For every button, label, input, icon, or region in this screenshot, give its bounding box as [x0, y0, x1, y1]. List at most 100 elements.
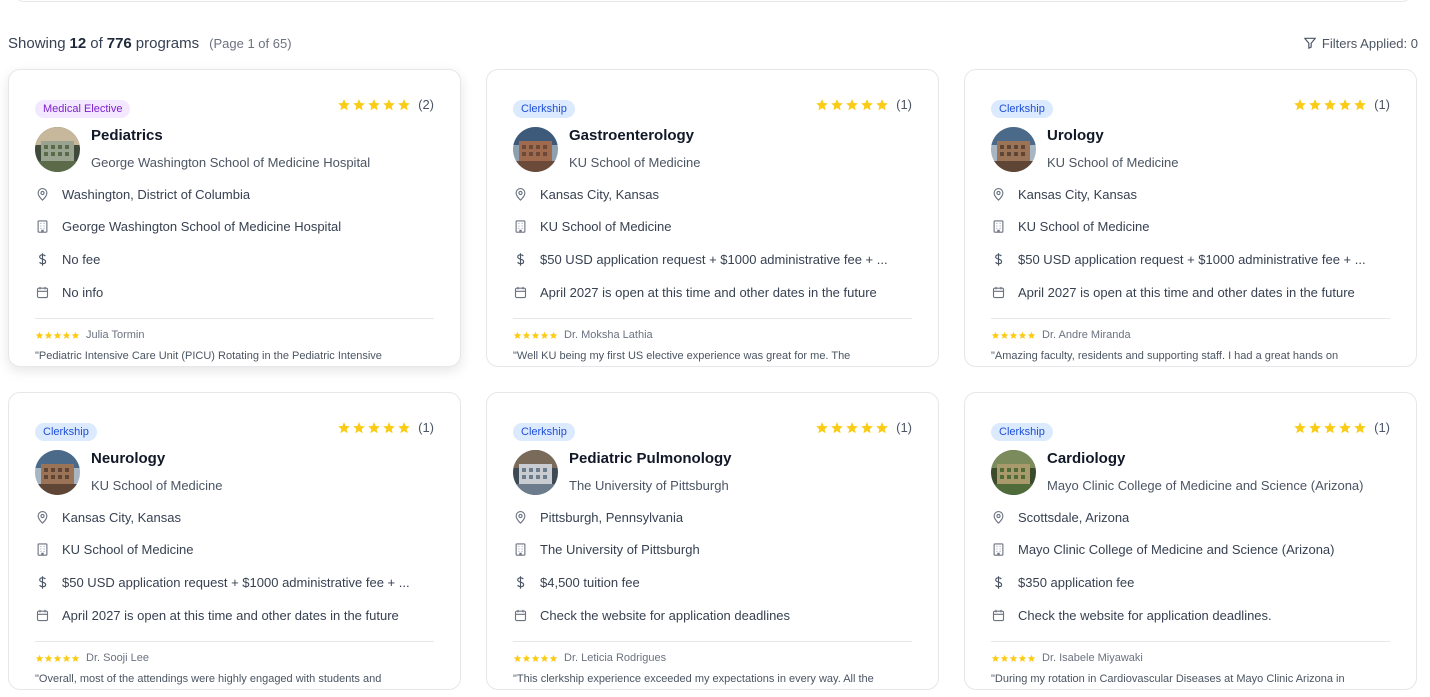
dates-text: No info [62, 284, 104, 300]
star-icon [1339, 421, 1351, 433]
program-type-badge: Medical Elective [35, 100, 131, 118]
star-icon [1000, 654, 1009, 662]
building-icon [35, 219, 50, 234]
star-icon [368, 98, 380, 110]
star-icon [53, 654, 62, 662]
program-card[interactable]: Clerkship (1) Pediatric Pulmonology The Uni… [486, 392, 939, 690]
divider [991, 641, 1390, 642]
rating: (1) [1293, 97, 1390, 112]
star-icon [522, 654, 531, 662]
star-icon [62, 331, 71, 339]
fee-text: No fee [62, 251, 101, 267]
rating: (1) [1293, 420, 1390, 435]
rating-count: (1) [418, 420, 434, 435]
program-title[interactable]: Gastroenterology [569, 127, 694, 144]
star-icon [398, 421, 410, 433]
star-icon [62, 654, 71, 662]
star-icon [1018, 654, 1027, 662]
fee-row: $4,500 tuition fee [513, 572, 917, 592]
rating-count: (1) [896, 97, 912, 112]
review-header: Dr. Moksha Lathia [513, 329, 653, 341]
star-icon [540, 331, 549, 339]
reviewer-name: Dr. Isabele Miyawaki [1042, 652, 1143, 664]
star-icon [1009, 331, 1018, 339]
dollar-icon [991, 252, 1006, 267]
review-stars [991, 331, 1036, 340]
fee-text: $50 USD application request + $1000 admi… [62, 574, 410, 590]
star-icon [513, 331, 522, 339]
program-title[interactable]: Urology [1047, 127, 1104, 144]
filters-applied-button[interactable]: Filters Applied: 0 [1303, 36, 1418, 51]
program-type-badge: Clerkship [991, 423, 1053, 441]
program-title[interactable]: Pediatrics [91, 127, 163, 144]
star-icon [1324, 98, 1336, 110]
map-pin-icon [991, 510, 1006, 525]
dollar-icon [513, 252, 528, 267]
program-card[interactable]: Clerkship (1) Neurology KU School of Medici… [8, 392, 461, 690]
star-icon [1294, 421, 1306, 433]
location-text: Pittsburgh, Pennsylvania [540, 509, 684, 525]
program-title[interactable]: Pediatric Pulmonology [569, 450, 732, 467]
review-snippet: "Overall, most of the attendings were hi… [35, 673, 382, 685]
location-text: Scottsdale, Arizona [1018, 509, 1130, 525]
review-snippet: "During my rotation in Cardiovascular Di… [991, 673, 1345, 685]
review-header: Dr. Leticia Rodrigues [513, 652, 666, 664]
programs-label: programs [135, 34, 200, 52]
location-text: Washington, District of Columbia [62, 186, 251, 202]
institution-text: KU School of Medicine [62, 541, 194, 557]
rating-stars [337, 98, 411, 112]
program-title[interactable]: Neurology [91, 450, 165, 467]
star-icon [338, 421, 350, 433]
dates-text: April 2027 is open at this time and othe… [62, 607, 399, 623]
divider [513, 318, 912, 319]
review-stars [991, 654, 1036, 663]
program-card[interactable]: Clerkship (1) Cardiology Mayo Clinic Colleg… [964, 392, 1417, 690]
institution-text: KU School of Medicine [1018, 218, 1150, 234]
star-icon [876, 421, 888, 433]
location-row: Washington, District of Columbia [35, 184, 439, 204]
star-icon [1294, 98, 1306, 110]
building-icon [35, 542, 50, 557]
calendar-icon [513, 285, 528, 300]
calendar-icon [35, 285, 50, 300]
total-count: 776 [106, 34, 132, 52]
star-icon [35, 331, 44, 339]
program-title[interactable]: Cardiology [1047, 450, 1125, 467]
institution-row: Mayo Clinic College of Medicine and Scie… [991, 539, 1395, 559]
star-icon [531, 654, 540, 662]
rating: (1) [337, 420, 434, 435]
institution-row: KU School of Medicine [35, 539, 439, 559]
showing-label: Showing [8, 34, 66, 52]
review-snippet: "This clerkship experience exceeded my e… [513, 673, 874, 685]
star-icon [53, 331, 62, 339]
search-panel-edge [14, 0, 1412, 2]
star-icon [846, 98, 858, 110]
institution-row: KU School of Medicine [991, 216, 1395, 236]
institution-avatar [35, 127, 80, 172]
rating-count: (2) [418, 97, 434, 112]
star-icon [1354, 421, 1366, 433]
location-text: Kansas City, Kansas [540, 186, 659, 202]
rating-count: (1) [1374, 420, 1390, 435]
star-icon [353, 421, 365, 433]
review-stars [35, 654, 80, 663]
star-icon [398, 98, 410, 110]
program-card[interactable]: Clerkship (1) Gastroenterology KU School of… [486, 69, 939, 367]
program-card[interactable]: Clerkship (1) Urology KU School of Medicine… [964, 69, 1417, 367]
rating: (1) [815, 97, 912, 112]
program-grid: Medical Elective (2) Pediatrics George Wash… [8, 69, 1419, 690]
calendar-icon [513, 608, 528, 623]
star-icon [353, 98, 365, 110]
star-icon [1009, 654, 1018, 662]
star-icon [44, 654, 53, 662]
reviewer-name: Dr. Moksha Lathia [564, 329, 653, 341]
dates-row: April 2027 is open at this time and othe… [35, 605, 439, 625]
program-school: KU School of Medicine [1047, 155, 1179, 170]
star-icon [831, 421, 843, 433]
map-pin-icon [513, 187, 528, 202]
rating: (1) [815, 420, 912, 435]
divider [35, 641, 434, 642]
program-card[interactable]: Medical Elective (2) Pediatrics George Wash… [8, 69, 461, 367]
star-icon [816, 421, 828, 433]
dates-text: Check the website for application deadli… [1018, 607, 1272, 623]
